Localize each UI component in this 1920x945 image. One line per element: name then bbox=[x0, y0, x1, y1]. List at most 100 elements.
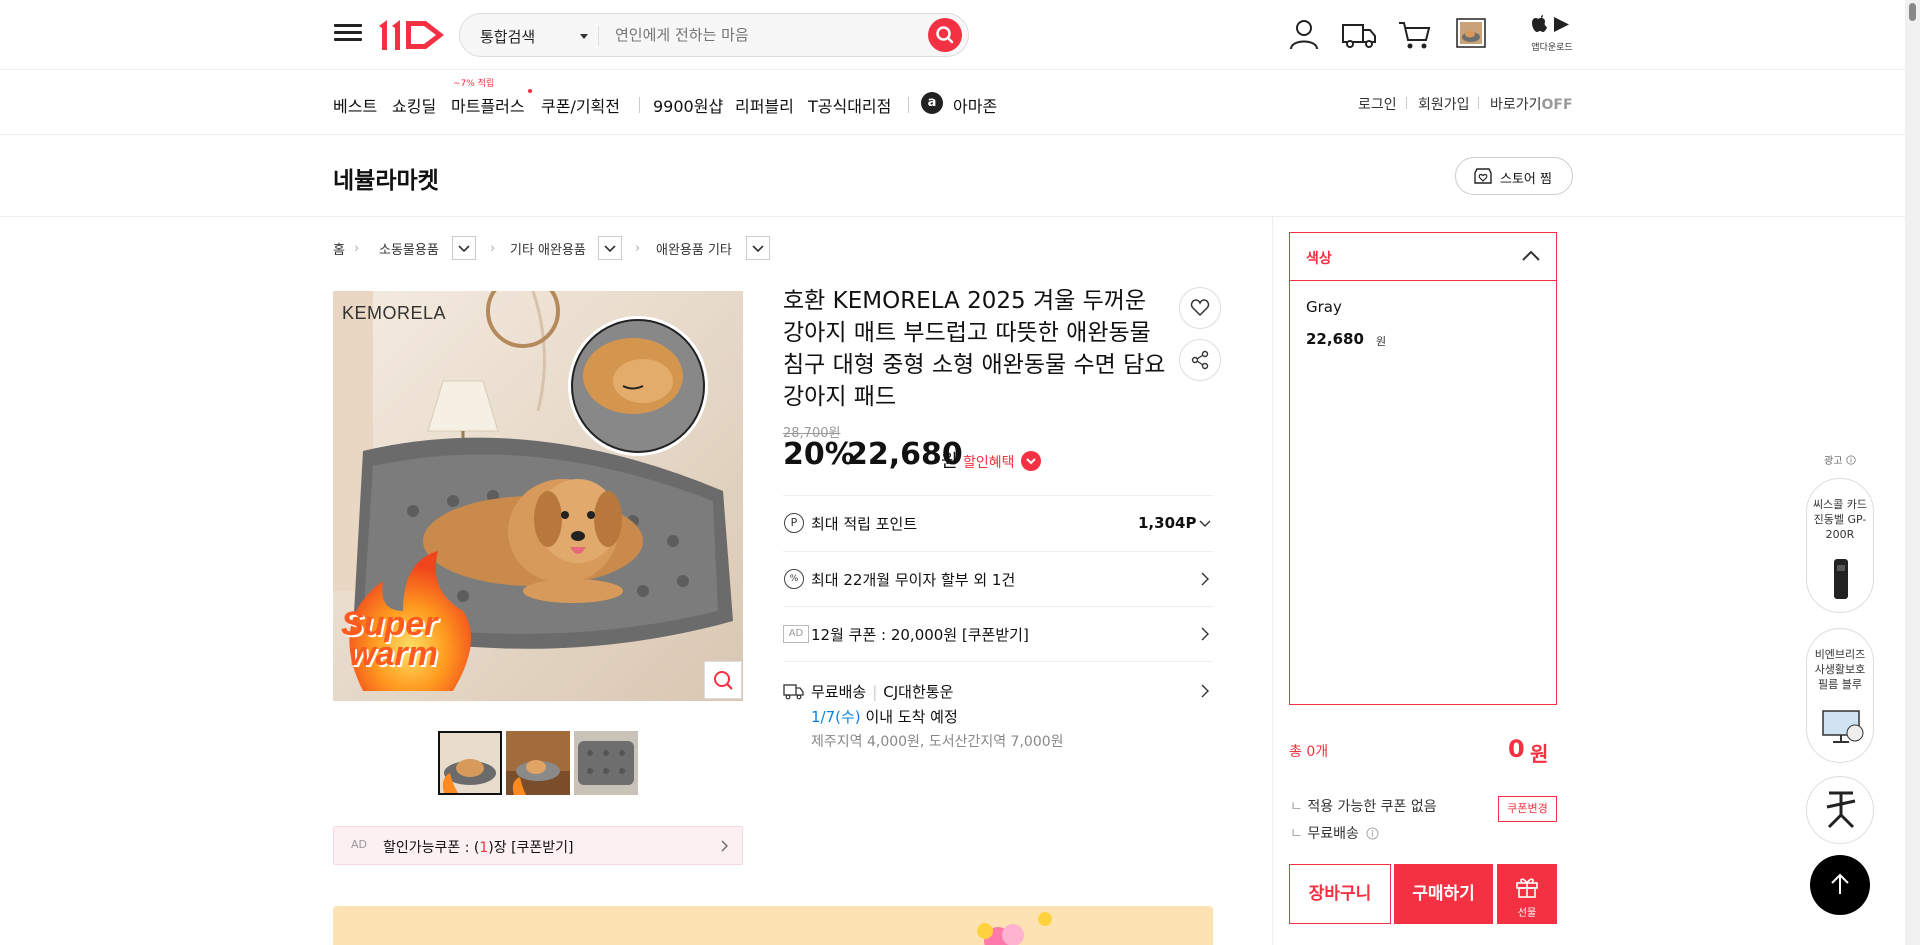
page-scrollbar[interactable] bbox=[1905, 0, 1920, 945]
ad-tag: AD bbox=[783, 625, 809, 643]
nav-item-best[interactable]: 베스트 bbox=[333, 93, 377, 117]
nav-item-mart-plus[interactable]: 마트플러스 bbox=[451, 93, 525, 117]
signup-link[interactable]: 회원가입 bbox=[1418, 94, 1470, 114]
chevron-right-icon bbox=[721, 840, 728, 852]
option-box: 색상 Gray 22,680 원 bbox=[1289, 232, 1557, 705]
mart-plus-badge: ~7% 적립 bbox=[453, 79, 495, 89]
arrival-text: 이내 도착 예정 bbox=[865, 708, 958, 726]
info-icon[interactable] bbox=[1845, 455, 1856, 465]
nav-item-amazon[interactable]: 아마존 bbox=[953, 93, 997, 117]
buy-now-button[interactable]: 구매하기 bbox=[1394, 864, 1493, 924]
image-brand-text: KEMORELA bbox=[342, 303, 447, 323]
gift-button-label: 선물 bbox=[1517, 908, 1537, 919]
points-row[interactable]: P 최대 적립 포인트 1,304P bbox=[783, 495, 1213, 551]
search-input[interactable] bbox=[615, 23, 915, 47]
caret-down-icon bbox=[580, 34, 588, 39]
gift-decoration-icon bbox=[977, 912, 1052, 945]
arrival-info: 1/7(수) 이내 도착 예정 bbox=[811, 706, 958, 727]
category-nav: 베스트 쇼킹딜 ~7% 적립 마트플러스 쿠폰/기획전 9900원샵 리퍼블리 … bbox=[0, 70, 1920, 135]
side-ad-card[interactable]: 씨스콜 카드 진동벨 GP-200R bbox=[1806, 478, 1874, 613]
percent-icon: % bbox=[784, 569, 804, 589]
breadcrumb-item[interactable]: 소동물용품 bbox=[379, 239, 439, 258]
nav-item-refurbly[interactable]: 리퍼블리 bbox=[735, 93, 794, 117]
chevron-right-icon bbox=[1201, 572, 1209, 586]
side-ad-card[interactable]: 비엔브리즈 사생활보호 필름 블루 bbox=[1806, 628, 1874, 763]
breadcrumb-dropdown[interactable] bbox=[598, 236, 622, 260]
chevron-down-icon bbox=[752, 245, 764, 253]
thumbnail-1[interactable] bbox=[438, 731, 502, 795]
ad-coupon-suffix: )장 [쿠폰받기] bbox=[488, 840, 574, 856]
nav-item-9900[interactable]: 9900원샵 bbox=[653, 93, 723, 117]
breadcrumb-dropdown[interactable] bbox=[452, 236, 476, 260]
info-icon[interactable] bbox=[1366, 827, 1379, 840]
store-name[interactable]: 네뷸라마켓 bbox=[333, 161, 439, 195]
chevron-up-icon bbox=[1522, 250, 1540, 261]
shipping-status: ㄴ 무료배송 bbox=[1290, 823, 1379, 843]
breadcrumb-item[interactable]: 애완용품 기타 bbox=[656, 239, 732, 258]
truck-icon[interactable] bbox=[1341, 16, 1377, 52]
option-name[interactable]: Gray bbox=[1306, 298, 1342, 316]
chevron-down-circle-icon[interactable] bbox=[1021, 451, 1041, 471]
option-header[interactable]: 색상 bbox=[1290, 233, 1556, 281]
panel-divider bbox=[1272, 217, 1273, 945]
installment-label: 최대 22개월 무이자 할부 외 1건 bbox=[811, 571, 1016, 589]
coupon-status-text: 적용 가능한 쿠폰 없음 bbox=[1307, 799, 1437, 815]
ad-label-text: 광고 bbox=[1824, 456, 1843, 467]
user-icon[interactable] bbox=[1286, 16, 1322, 52]
recent-item-icon[interactable] bbox=[1456, 18, 1486, 48]
chevron-down-icon bbox=[1199, 520, 1211, 527]
installment-row[interactable]: % 최대 22개월 무이자 할부 외 1건 bbox=[783, 551, 1213, 606]
login-link[interactable]: 로그인 bbox=[1358, 94, 1397, 114]
points-label: 최대 적립 포인트 bbox=[811, 515, 918, 533]
discount-benefit-link[interactable]: 할인혜택 bbox=[963, 452, 1015, 472]
scrollbar-thumb[interactable] bbox=[1909, 3, 1916, 21]
breadcrumb-item[interactable]: 기타 애완용품 bbox=[510, 239, 586, 258]
nav-item-shocking-deal[interactable]: 쇼킹딜 bbox=[392, 93, 436, 117]
chevron-down-icon bbox=[458, 245, 470, 253]
carrier-name: CJ대한통운 bbox=[883, 683, 954, 701]
shortcut-label: 바로가기 bbox=[1490, 97, 1542, 113]
wishlist-button[interactable] bbox=[1179, 287, 1221, 329]
breadcrumb-home[interactable]: 홈 bbox=[333, 239, 345, 258]
search-button[interactable] bbox=[928, 18, 962, 52]
share-button[interactable] bbox=[1179, 339, 1221, 381]
promo-banner[interactable] bbox=[333, 906, 1213, 945]
top-header: 통합검색 앱다운로드 bbox=[0, 0, 1920, 70]
share-icon bbox=[1191, 350, 1209, 370]
11st-logo[interactable] bbox=[376, 16, 448, 54]
option-header-label: 색상 bbox=[1306, 251, 1332, 267]
hamburger-menu-icon[interactable] bbox=[334, 20, 362, 48]
coupon-change-button[interactable]: 쿠폰변경 bbox=[1498, 796, 1557, 822]
thumbnail-3[interactable] bbox=[574, 731, 638, 795]
nav-item-coupon[interactable]: 쿠폰/기획전 bbox=[541, 93, 620, 117]
zoom-icon bbox=[714, 671, 733, 690]
chevron-down-icon bbox=[604, 245, 616, 253]
thumbnail-2[interactable] bbox=[506, 731, 570, 795]
product-main-image[interactable]: KEMORELA Super warm bbox=[333, 291, 743, 701]
add-to-cart-button[interactable]: 장바구니 bbox=[1289, 864, 1391, 924]
store-like-button[interactable]: 스토어 찜 bbox=[1455, 157, 1573, 195]
ad-tag: AD bbox=[351, 838, 367, 851]
zoom-button[interactable] bbox=[704, 661, 742, 699]
truck-icon bbox=[783, 684, 804, 700]
app-download-link[interactable]: 앱다운로드 bbox=[1527, 14, 1577, 56]
scroll-to-top-button[interactable] bbox=[1810, 855, 1870, 915]
total-count: 총 0개 bbox=[1289, 744, 1329, 760]
cart-icon[interactable] bbox=[1396, 16, 1432, 52]
ad-coupon-count: 1 bbox=[479, 840, 489, 856]
app-download-label: 앱다운로드 bbox=[1531, 43, 1573, 53]
coupon-row[interactable]: AD 12월 쿠폰 : 20,000원 [쿠폰받기] bbox=[783, 606, 1213, 661]
shortcut-toggle[interactable]: 바로가기OFF bbox=[1490, 94, 1573, 114]
store-bar: 네뷸라마켓 스토어 찜 bbox=[0, 135, 1920, 217]
chevron-right-icon bbox=[1201, 627, 1209, 641]
thumbnail-image bbox=[440, 733, 500, 793]
breadcrumb-dropdown[interactable] bbox=[746, 236, 770, 260]
search-icon bbox=[936, 26, 954, 44]
nav-item-t-dealer[interactable]: T공식대리점 bbox=[808, 93, 891, 117]
gift-button[interactable]: 선물 bbox=[1497, 864, 1557, 924]
ad-coupon-banner[interactable]: AD 할인가능쿠폰 : (1)장 [쿠폰받기] bbox=[333, 826, 743, 865]
thumbnail-image bbox=[574, 731, 638, 795]
divider bbox=[1478, 97, 1479, 109]
side-ad-card[interactable] bbox=[1806, 776, 1874, 844]
points-value: 1,304P bbox=[1138, 514, 1197, 532]
